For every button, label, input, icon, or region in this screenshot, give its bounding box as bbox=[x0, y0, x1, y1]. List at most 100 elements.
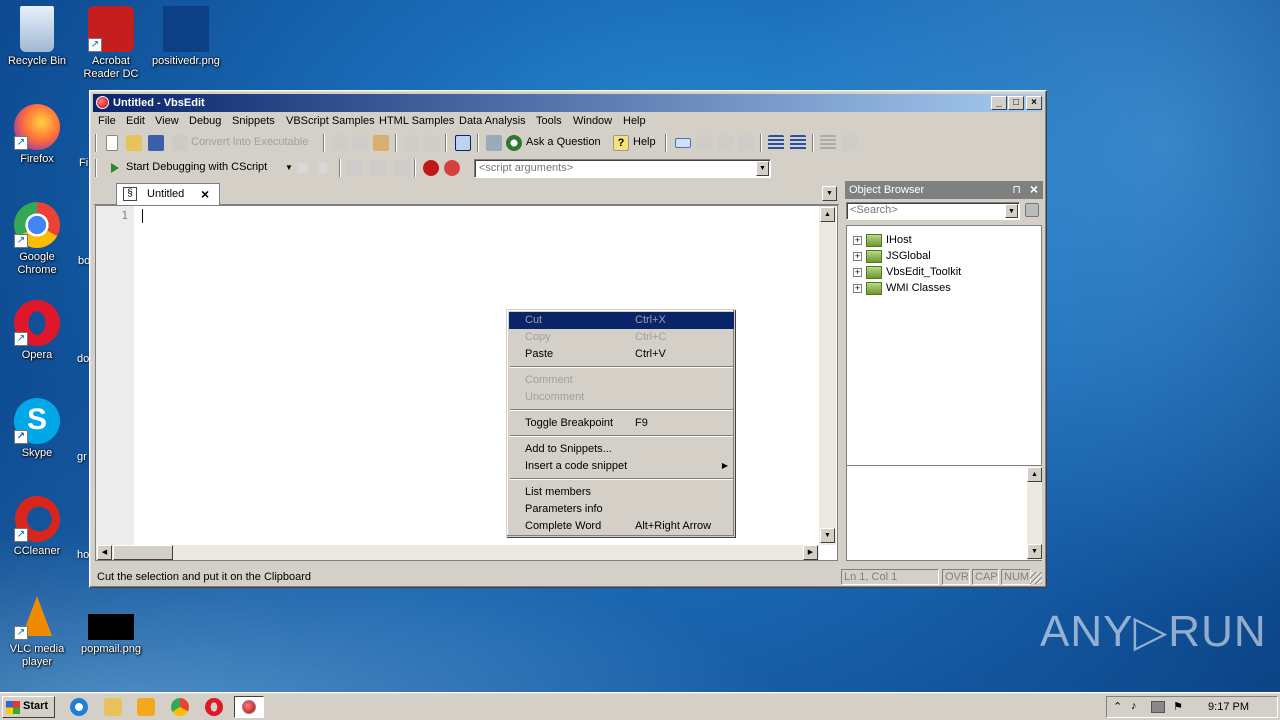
expand-plus-icon[interactable]: + bbox=[853, 252, 862, 261]
menu-edit[interactable]: Edit bbox=[126, 115, 145, 127]
horizontal-scrollbar[interactable]: ◀ ▶ bbox=[96, 545, 819, 560]
desktop-icon-chrome[interactable]: ↗ Google Chrome bbox=[0, 202, 74, 277]
menu-vbscript-samples[interactable]: VBScript Samples bbox=[286, 115, 375, 127]
scroll-up-arrow-icon[interactable]: ▲ bbox=[1027, 467, 1042, 482]
start-debugging-button[interactable]: Start Debugging with CScript bbox=[126, 161, 267, 173]
scroll-down-arrow-icon[interactable]: ▼ bbox=[820, 528, 835, 543]
scroll-left-arrow-icon[interactable]: ◀ bbox=[97, 545, 112, 560]
scroll-right-arrow-icon[interactable]: ▶ bbox=[803, 545, 818, 560]
show-hidden-icons-icon[interactable]: ⌃ bbox=[1113, 700, 1122, 713]
tree-item-label: JSGlobal bbox=[886, 250, 931, 262]
question-globe-icon[interactable] bbox=[506, 135, 522, 151]
details-scrollbar[interactable]: ▲ ▼ bbox=[1027, 466, 1042, 560]
tab-close-icon[interactable]: × bbox=[201, 186, 209, 202]
menu-item-cut[interactable]: Cut Ctrl+X bbox=[509, 312, 734, 329]
maximize-button[interactable]: □ bbox=[1008, 96, 1024, 110]
title-bar[interactable]: Untitled - VbsEdit _ □ × bbox=[93, 94, 1043, 112]
menu-file[interactable]: File bbox=[98, 115, 116, 127]
close-button[interactable]: × bbox=[1026, 96, 1042, 110]
desktop-icon-vlc[interactable]: ↗ VLC media player bbox=[0, 594, 74, 669]
network-icon[interactable] bbox=[1151, 701, 1165, 713]
start-button[interactable]: Start bbox=[2, 696, 55, 718]
minimize-button[interactable]: _ bbox=[991, 96, 1007, 110]
menu-view[interactable]: View bbox=[155, 115, 179, 127]
scroll-up-arrow-icon[interactable]: ▲ bbox=[820, 207, 835, 222]
tab-list-chevron-icon[interactable]: ▼ bbox=[822, 186, 837, 201]
chevron-down-icon[interactable]: ▼ bbox=[756, 161, 769, 176]
menu-item-uncomment[interactable]: Uncomment bbox=[509, 389, 734, 406]
new-file-icon[interactable] bbox=[106, 135, 118, 151]
menu-item-copy[interactable]: Copy Ctrl+C bbox=[509, 329, 734, 346]
desktop-icon-ccleaner[interactable]: ↗ CCleaner bbox=[0, 496, 74, 558]
chrome-taskbar-icon[interactable] bbox=[171, 698, 189, 716]
expand-plus-icon[interactable]: + bbox=[853, 268, 862, 277]
menu-tools[interactable]: Tools bbox=[536, 115, 562, 127]
scroll-down-arrow-icon[interactable]: ▼ bbox=[1027, 544, 1042, 559]
action-center-flag-icon[interactable]: ⚑ bbox=[1173, 700, 1183, 713]
internet-explorer-icon[interactable] bbox=[70, 698, 88, 716]
ask-question-button[interactable]: Ask a Question bbox=[526, 136, 601, 148]
media-player-icon[interactable] bbox=[137, 698, 155, 716]
desktop-icon-recycle-bin[interactable]: Recycle Bin bbox=[0, 6, 74, 68]
help-button[interactable]: Help bbox=[633, 136, 656, 148]
menu-item-comment[interactable]: Comment bbox=[509, 372, 734, 389]
menu-debug[interactable]: Debug bbox=[189, 115, 221, 127]
toolbar-separator bbox=[477, 134, 479, 152]
menu-item-complete-word[interactable]: Complete Word Alt+Right Arrow bbox=[509, 518, 734, 535]
desktop-icon-firefox[interactable]: ↗ Firefox bbox=[0, 104, 74, 166]
chevron-down-icon[interactable]: ▼ bbox=[1005, 204, 1018, 218]
help-icon[interactable]: ? bbox=[613, 135, 629, 151]
search-binoculars-icon[interactable] bbox=[1025, 203, 1039, 217]
toolbar-separator bbox=[812, 134, 814, 152]
menu-item-list-members[interactable]: List members bbox=[509, 484, 734, 501]
properties-icon[interactable] bbox=[455, 135, 471, 151]
num-indicator: NUM bbox=[1001, 569, 1031, 585]
expand-plus-icon[interactable]: + bbox=[853, 236, 862, 245]
script-arguments-combo[interactable]: <script arguments> ▼ bbox=[474, 159, 771, 178]
menu-item-toggle-breakpoint[interactable]: Toggle Breakpoint F9 bbox=[509, 415, 734, 432]
menu-item-parameters-info[interactable]: Parameters info bbox=[509, 501, 734, 518]
desktop-icon-popmail[interactable]: popmail.png bbox=[74, 614, 148, 656]
menu-snippets[interactable]: Snippets bbox=[232, 115, 275, 127]
vbsedit-app-icon bbox=[96, 96, 109, 109]
breakpoint-icon[interactable] bbox=[423, 160, 439, 176]
print-preview-icon[interactable] bbox=[486, 135, 502, 151]
chevron-down-icon[interactable]: ▼ bbox=[285, 163, 293, 172]
file-explorer-icon[interactable] bbox=[104, 698, 122, 716]
desktop-icon-opera[interactable]: ↗ Opera bbox=[0, 300, 74, 362]
clock[interactable]: 9:17 PM bbox=[1208, 701, 1249, 713]
pin-icon[interactable]: ⊓ bbox=[1012, 183, 1021, 196]
resize-grip-icon[interactable] bbox=[1030, 572, 1042, 584]
tab-untitled[interactable]: § Untitled × bbox=[116, 183, 220, 205]
taskbar-vbsedit-button[interactable] bbox=[234, 696, 264, 718]
volume-icon[interactable]: ♪ bbox=[1131, 700, 1137, 712]
save-icon[interactable] bbox=[148, 135, 164, 151]
menu-data-analysis[interactable]: Data Analysis bbox=[459, 115, 526, 127]
outdent-icon[interactable] bbox=[790, 135, 806, 151]
opera-taskbar-icon[interactable] bbox=[205, 698, 223, 716]
menu-item-add-to-snippets[interactable]: Add to Snippets... bbox=[509, 441, 734, 458]
menu-item-insert-code-snippet[interactable]: Insert a code snippet ▶ bbox=[509, 458, 734, 475]
vertical-scrollbar[interactable]: ▲ ▼ bbox=[819, 206, 836, 545]
menu-item-paste[interactable]: Paste Ctrl+V bbox=[509, 346, 734, 363]
menu-html-samples[interactable]: HTML Samples bbox=[379, 115, 454, 127]
desktop-icon-positivedr[interactable]: positivedr.png bbox=[149, 6, 223, 68]
expand-plus-icon[interactable]: + bbox=[853, 284, 862, 293]
menu-window[interactable]: Window bbox=[573, 115, 612, 127]
horizontal-scroll-thumb[interactable] bbox=[113, 545, 173, 560]
menu-help[interactable]: Help bbox=[623, 115, 646, 127]
menu-item-label: Add to Snippets... bbox=[525, 443, 612, 455]
menu-item-label: Copy bbox=[525, 331, 551, 343]
desktop-icon-acrobat[interactable]: ↗ Acrobat Reader DC bbox=[74, 6, 148, 81]
paste-icon[interactable] bbox=[373, 135, 389, 151]
open-folder-icon[interactable] bbox=[126, 135, 142, 151]
indent-icon[interactable] bbox=[768, 135, 784, 151]
window-icon[interactable] bbox=[675, 138, 691, 148]
desktop-icon-skype[interactable]: S ↗ Skype bbox=[0, 398, 74, 460]
toolbar-separator bbox=[760, 134, 762, 152]
panel-close-icon[interactable]: × bbox=[1030, 181, 1038, 197]
play-icon[interactable] bbox=[111, 163, 119, 173]
status-message: Cut the selection and put it on the Clip… bbox=[97, 571, 312, 583]
clear-breakpoints-icon[interactable] bbox=[444, 160, 460, 176]
object-browser-search[interactable]: <Search> ▼ bbox=[846, 202, 1020, 220]
